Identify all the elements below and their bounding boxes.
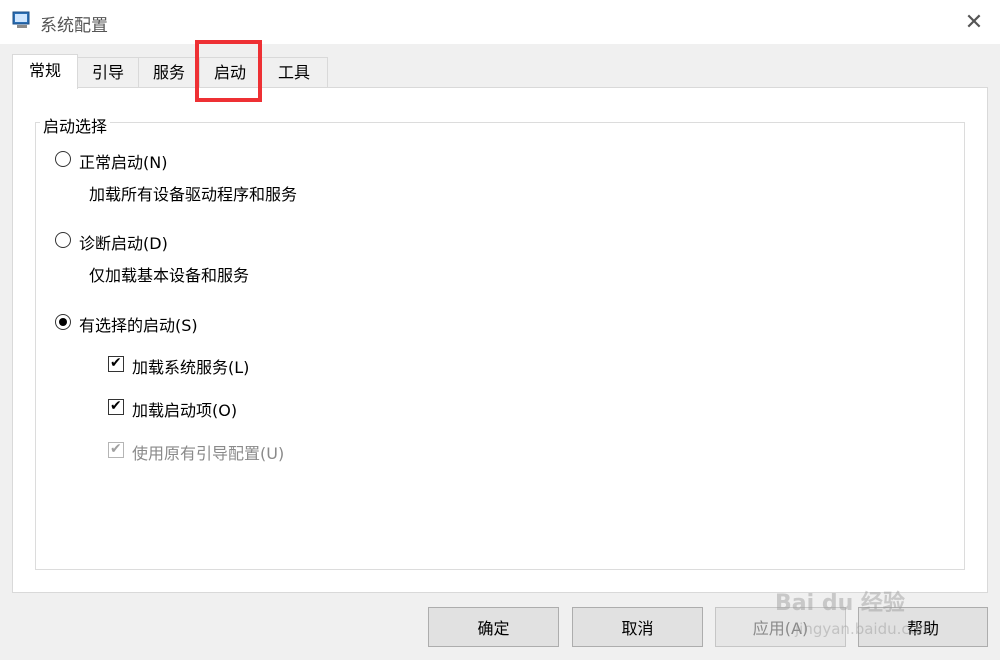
checkbox-load-startup-items-label: 加载启动项(O) <box>132 401 238 420</box>
baidu-watermark: Bai du 经验 <box>775 591 905 616</box>
window-title: 系统配置 <box>40 16 108 36</box>
cancel-button[interactable]: 取消 <box>572 607 703 647</box>
diagnostic-startup-description: 仅加载基本设备和服务 <box>89 266 250 285</box>
tab-services[interactable]: 服务 <box>138 57 200 87</box>
radio-normal-startup[interactable] <box>55 151 71 167</box>
radio-selective-label: 有选择的启动(S) <box>79 316 198 335</box>
watermark-url: jingyan.baidu.com <box>795 620 934 638</box>
close-icon: ✕ <box>964 9 984 35</box>
close-button[interactable]: ✕ <box>955 5 993 39</box>
tab-boot[interactable]: 引导 <box>77 57 139 87</box>
checkmark-icon: ✔ <box>110 398 122 414</box>
checkbox-use-original-boot-config: ✔ <box>108 441 124 458</box>
ok-button[interactable]: 确定 <box>428 607 559 647</box>
checkbox-load-system-services[interactable]: ✔ <box>108 355 124 372</box>
highlight-box <box>195 40 262 102</box>
radio-diagnostic-label: 诊断启动(D) <box>79 234 168 253</box>
radio-diagnostic-startup[interactable] <box>55 232 71 248</box>
system-config-icon <box>12 11 30 28</box>
radio-normal-label: 正常启动(N) <box>79 153 168 172</box>
checkbox-load-system-services-label: 加载系统服务(L) <box>132 358 250 377</box>
tab-tools[interactable]: 工具 <box>260 57 328 87</box>
checkmark-icon: ✔ <box>110 355 122 371</box>
checkbox-load-startup-items[interactable]: ✔ <box>108 398 124 415</box>
group-title: 启动选择 <box>40 113 111 137</box>
title-bar: 系统配置 ✕ <box>0 0 1000 44</box>
normal-startup-description: 加载所有设备驱动程序和服务 <box>89 185 298 204</box>
checkbox-use-original-boot-config-label: 使用原有引导配置(U) <box>132 444 285 463</box>
tab-general[interactable]: 常规 <box>12 54 78 89</box>
radio-selective-startup[interactable] <box>55 314 71 330</box>
radio-selected-dot <box>59 318 67 326</box>
checkmark-icon: ✔ <box>110 441 122 457</box>
